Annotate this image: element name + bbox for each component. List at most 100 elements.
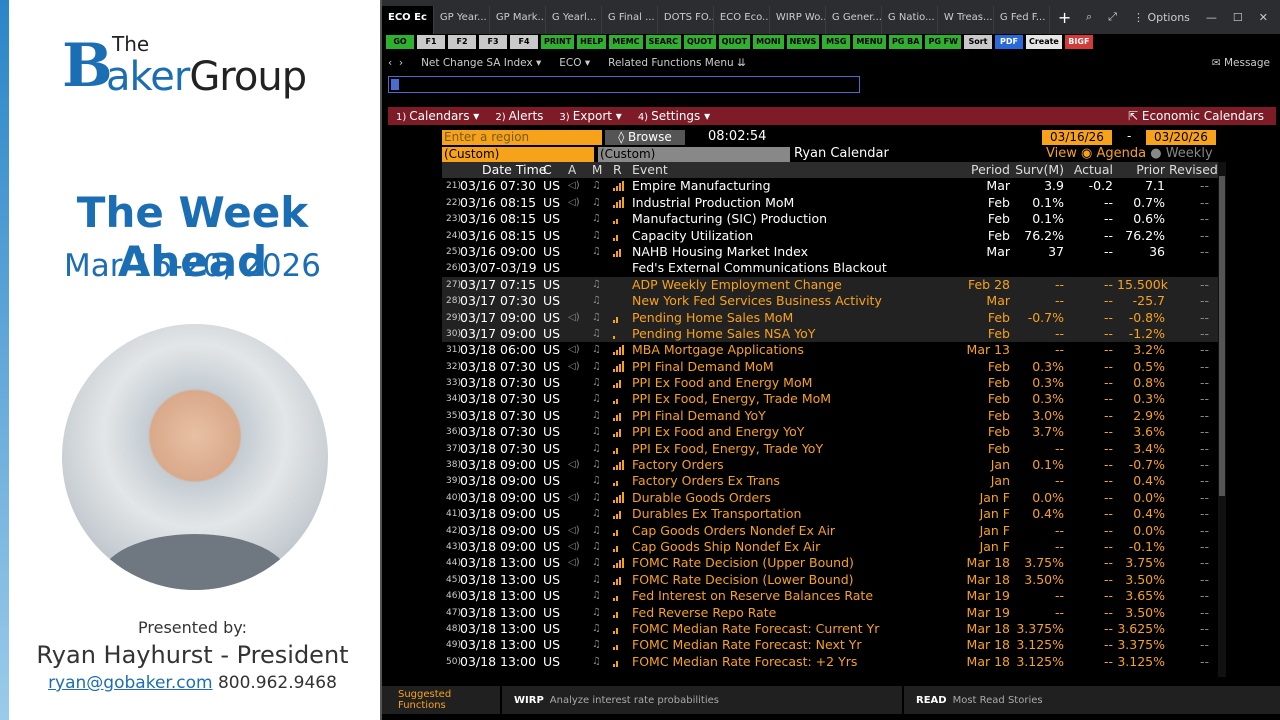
close-icon[interactable]: ✕: [1259, 11, 1268, 24]
function-selector[interactable]: ECO ▾: [559, 57, 590, 69]
scrollbar[interactable]: [1218, 162, 1226, 677]
fkey-3[interactable]: F3: [479, 35, 507, 49]
table-row[interactable]: 33) 03/18 07:30 US ♫ PPI Ex Food and Energy …: [442, 375, 1222, 391]
fkey-17[interactable]: Sort: [963, 35, 992, 49]
table-row[interactable]: 41) 03/18 09:00 US ♫ Durables Ex Transportat…: [442, 506, 1222, 522]
end-date-field[interactable]: 03/20/26: [1146, 130, 1216, 145]
back-icon[interactable]: ‹ ›: [388, 57, 403, 69]
fkey-0[interactable]: GO: [386, 35, 414, 49]
scroll-thumb[interactable]: [1219, 176, 1225, 496]
region-input[interactable]: Enter a region: [442, 130, 602, 145]
table-row[interactable]: 26) 03/07-03/19 US Fed's External Communica…: [442, 260, 1222, 276]
col-period[interactable]: Period: [962, 162, 1010, 178]
options-menu[interactable]: ⋮ Options: [1133, 11, 1190, 24]
tab-4[interactable]: G Final ...: [602, 6, 658, 34]
col-event[interactable]: Event: [632, 162, 668, 178]
start-date-field[interactable]: 03/16/26: [1042, 130, 1112, 145]
col-prior[interactable]: Prior: [1117, 162, 1165, 178]
fkey-15[interactable]: PG BA: [888, 35, 923, 49]
tab-1[interactable]: GP Year...: [434, 6, 490, 34]
tab-3[interactable]: G Yearl...: [546, 6, 602, 34]
col-c[interactable]: C: [543, 162, 552, 178]
expand-icon[interactable]: ⤢: [1108, 10, 1117, 24]
economic-calendars-link[interactable]: ⇱ Economic Calendars: [1128, 109, 1276, 123]
fkey-6[interactable]: HELP: [577, 35, 607, 49]
wirp-key[interactable]: WIRP: [514, 695, 544, 706]
table-row[interactable]: 49) 03/18 13:00 US ♫ FOMC Median Rate Foreca…: [442, 637, 1222, 653]
table-row[interactable]: 22) 03/16 08:15 US ◁) ♫ Industrial Production…: [442, 195, 1222, 211]
command-input[interactable]: [388, 76, 860, 93]
tab-7[interactable]: WIRP Wo...: [770, 6, 826, 34]
fkey-5[interactable]: PRINT: [541, 35, 575, 49]
col-m[interactable]: M: [592, 162, 602, 178]
table-row[interactable]: 32) 03/18 07:30 US ◁) ♫ PPI Final Demand MoM F…: [442, 359, 1222, 375]
fkey-9[interactable]: QUOT: [684, 35, 716, 49]
table-row[interactable]: 31) 03/18 06:00 US ◁) ♫ MBA Mortgage Applicat…: [442, 342, 1222, 358]
suggested-functions[interactable]: Suggested Functions: [382, 689, 500, 711]
fkey-12[interactable]: NEWS: [786, 35, 820, 49]
table-row[interactable]: 42) 03/18 09:00 US ◁) ♫ Cap Goods Orders Nond…: [442, 523, 1222, 539]
export-menu[interactable]: 3) Export ▾: [551, 109, 629, 123]
table-row[interactable]: 35) 03/18 07:30 US ♫ PPI Final Demand YoY Feb…: [442, 408, 1222, 424]
fkey-20[interactable]: BIGF: [1064, 35, 1093, 49]
table-row[interactable]: 38) 03/18 09:00 US ◁) ♫ Factory Orders Jan 0.1%…: [442, 457, 1222, 473]
fkey-14[interactable]: MENU: [853, 35, 886, 49]
new-tab-button[interactable]: +: [1050, 6, 1079, 34]
message-button[interactable]: ✉ Message: [1212, 57, 1270, 69]
tab-8[interactable]: G Gener...: [826, 6, 882, 34]
tab-10[interactable]: W Treas...: [938, 6, 994, 34]
table-row[interactable]: 43) 03/18 09:00 US ◁) ♫ Cap Goods Ship Nondef…: [442, 539, 1222, 555]
col-survey[interactable]: Surv(M): [1014, 162, 1064, 178]
fkey-13[interactable]: MSG: [822, 35, 851, 49]
fkey-16[interactable]: PG FW: [925, 35, 961, 49]
browse-button[interactable]: ◊ Browse: [605, 130, 685, 145]
table-row[interactable]: 46) 03/18 13:00 US ♫ Fed Interest on Reserve…: [442, 588, 1222, 604]
table-row[interactable]: 34) 03/18 07:30 US ♫ PPI Ex Food, Energy, Tr…: [442, 391, 1222, 407]
tab-9[interactable]: G Natio...: [882, 6, 938, 34]
col-revised[interactable]: Revised: [1169, 162, 1218, 178]
read-section[interactable]: READ Most Read Stories: [902, 686, 1280, 714]
email-link[interactable]: ryan@gobaker.com: [48, 673, 212, 693]
tab-6[interactable]: ECO Eco...: [714, 6, 770, 34]
fkey-2[interactable]: F2: [448, 35, 476, 49]
table-row[interactable]: 29) 03/17 09:00 US ◁) ♫ Pending Home Sales Mo…: [442, 309, 1222, 326]
calendars-menu[interactable]: 1) Calendars ▾: [388, 109, 487, 123]
table-row[interactable]: 47) 03/18 13:00 US ♫ Fed Reverse Repo Rate Ma…: [442, 605, 1222, 621]
table-row[interactable]: 40) 03/18 09:00 US ◁) ♫ Durable Goods Orders J…: [442, 490, 1222, 506]
alerts-menu[interactable]: 2) Alerts: [487, 109, 551, 123]
tab-11[interactable]: G Fed F...: [994, 6, 1050, 34]
search-icon[interactable]: ⌕: [1086, 10, 1092, 24]
table-row[interactable]: 45) 03/18 13:00 US ♫ FOMC Rate Decision (Low…: [442, 572, 1222, 588]
tab-5[interactable]: DOTS FO...: [658, 6, 714, 34]
fkey-1[interactable]: F1: [417, 35, 445, 49]
fkey-19[interactable]: Create: [1025, 35, 1062, 49]
fkey-8[interactable]: SEARC: [645, 35, 681, 49]
table-row[interactable]: 36) 03/18 07:30 US ♫ PPI Ex Food and Energy …: [442, 424, 1222, 440]
table-row[interactable]: 50) 03/18 13:00 US ♫ FOMC Median Rate Foreca…: [442, 654, 1222, 670]
col-actual[interactable]: Actual: [1067, 162, 1113, 178]
fkey-4[interactable]: F4: [510, 35, 538, 49]
minimize-icon[interactable]: —: [1206, 11, 1217, 24]
table-row[interactable]: 25) 03/16 09:00 US ♫ NAHB Housing Market Ind…: [442, 244, 1222, 260]
table-row[interactable]: 24) 03/16 08:15 US ♫ Capacity Utilization Feb…: [442, 228, 1222, 244]
fkey-10[interactable]: QUOT: [718, 35, 751, 49]
custom-select-1[interactable]: (Custom): [442, 147, 594, 162]
related-functions-menu[interactable]: Related Functions Menu ⇊: [608, 57, 746, 69]
col-a[interactable]: A: [568, 162, 576, 178]
col-datetime[interactable]: Date Time: [482, 162, 546, 178]
col-r[interactable]: R: [613, 162, 627, 178]
settings-menu[interactable]: 4) Settings ▾: [630, 109, 718, 123]
table-row[interactable]: 23) 03/16 08:15 US ♫ Manufacturing (SIC) Pro…: [442, 211, 1222, 227]
table-row[interactable]: 48) 03/18 13:00 US ♫ FOMC Median Rate Foreca…: [442, 621, 1222, 637]
tab-0[interactable]: ECO Ec: [382, 6, 434, 34]
table-row[interactable]: 27) 03/17 07:15 US ♫ ADP Weekly Employment C…: [442, 276, 1222, 294]
table-row[interactable]: 44) 03/18 13:00 US ◁) ♫ FOMC Rate Decision (U…: [442, 555, 1222, 571]
custom-select-2[interactable]: (Custom): [598, 147, 790, 162]
fkey-18[interactable]: PDF: [994, 35, 1023, 49]
fkey-7[interactable]: MEMC: [609, 35, 643, 49]
wirp-desc[interactable]: Analyze interest rate probabilities: [550, 695, 719, 706]
tab-2[interactable]: GP Mark...: [490, 6, 546, 34]
maximize-icon[interactable]: ☐: [1233, 11, 1243, 24]
table-row[interactable]: 30) 03/17 09:00 US ♫ Pending Home Sales NSA …: [442, 325, 1222, 343]
table-row[interactable]: 21) 03/16 07:30 US ◁) ♫ Empire Manufacturing M…: [442, 178, 1222, 194]
